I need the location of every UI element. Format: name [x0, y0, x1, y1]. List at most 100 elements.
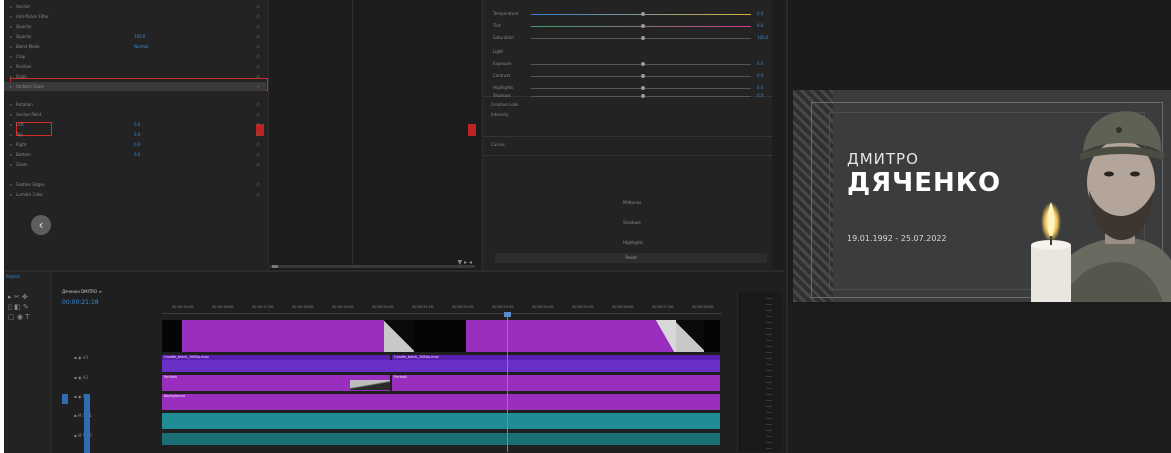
clip-v1-a[interactable]: Background: [162, 394, 720, 410]
fx-reset-icon[interactable]: ↺: [256, 82, 259, 91]
fx-twirl-icon[interactable]: ▸: [10, 2, 12, 11]
fx-row[interactable]: ▸ Opacity ↺: [4, 22, 266, 31]
fx-reset-icon[interactable]: ↺: [256, 32, 259, 41]
fx-twirl-icon[interactable]: ▸: [10, 120, 12, 129]
fx-reset-icon[interactable]: ↺: [256, 160, 259, 169]
lumetri-slider-knob[interactable]: [641, 24, 645, 28]
clip-v2-b[interactable]: Portrait: [392, 375, 720, 391]
lumetri-slider-row[interactable]: Shadows 0.0: [491, 92, 763, 100]
tool-icons[interactable]: ▸ ✂ ✥ ▯ ◧ ✎ ▢ ◉ T: [8, 292, 29, 322]
fx-twirl-icon[interactable]: ▸: [10, 190, 12, 199]
fx-reset-icon[interactable]: ↺: [256, 72, 259, 81]
clip-black-right[interactable]: [704, 320, 720, 352]
fx-twirl-icon[interactable]: ▸: [10, 82, 12, 91]
fx-reset-icon[interactable]: ↺: [256, 52, 259, 61]
lumetri-slider-knob[interactable]: [641, 94, 645, 98]
fx-row[interactable]: ▸ Right 0.0 ↺: [4, 140, 266, 149]
lumetri-slider-row[interactable]: Temperature 0.0: [491, 10, 763, 18]
clip-audio-a1[interactable]: [162, 413, 720, 429]
fx-reset-icon[interactable]: ↺: [256, 12, 259, 21]
keyframe-controls[interactable]: ▼ ▸ ◂: [458, 259, 472, 266]
track-header-v2[interactable]: ▪ ◉ V2: [74, 375, 159, 385]
lumetri-reset-button[interactable]: Reset: [495, 253, 767, 263]
fx-row[interactable]: ▸ Anti-flicker Filter ↺: [4, 12, 266, 21]
clip-audio-a2[interactable]: [162, 433, 720, 445]
fx-row[interactable]: ▸ Uniform Scale ↺: [4, 82, 266, 91]
fx-twirl-icon[interactable]: ▸: [10, 110, 12, 119]
fx-row[interactable]: ▸ Anchor Point ↺: [4, 110, 266, 119]
fx-row-value[interactable]: 0.0: [134, 120, 140, 129]
fx-reset-icon[interactable]: ↺: [256, 190, 259, 199]
fx-twirl-icon[interactable]: ▸: [10, 62, 12, 71]
lumetri-slider-row[interactable]: Contrast 0.0: [491, 72, 763, 80]
playhead-handle[interactable]: [504, 312, 511, 317]
fx-reset-icon[interactable]: ↺: [256, 140, 259, 149]
lumetri-slider-knob[interactable]: [641, 62, 645, 66]
fx-reset-icon[interactable]: ↺: [256, 100, 259, 109]
clip-transition-3[interactable]: [676, 320, 704, 352]
timeline-timecode[interactable]: 00:00:21:18: [62, 299, 99, 306]
fx-twirl-icon[interactable]: ▸: [10, 160, 12, 169]
sequence-tab[interactable]: Дяченко DMITRO ≡: [62, 289, 102, 294]
fx-reset-icon[interactable]: ↺: [256, 42, 259, 51]
fx-twirl-icon[interactable]: ▸: [10, 32, 12, 41]
fx-twirl-icon[interactable]: ▸: [10, 22, 12, 31]
clip-black-left[interactable]: [162, 320, 182, 352]
fx-twirl-icon[interactable]: ▸: [10, 180, 12, 189]
keyframe-scroll-thumb[interactable]: [272, 265, 278, 268]
fx-twirl-icon[interactable]: ▸: [10, 130, 12, 139]
clip-transition-1[interactable]: [384, 320, 414, 352]
fx-reset-icon[interactable]: ↺: [256, 62, 259, 71]
lumetri-slider-value[interactable]: 0.0: [757, 92, 763, 100]
lumetri-slider-row[interactable]: Saturation 100.0: [491, 34, 768, 42]
track-target-v1[interactable]: [62, 394, 68, 404]
fx-row[interactable]: ▸ Zoom ↺: [4, 160, 266, 169]
back-button[interactable]: ‹: [31, 215, 51, 235]
playhead-line[interactable]: [507, 312, 508, 452]
lumetri-slider-row[interactable]: Light: [491, 48, 761, 56]
clip-v2-transition[interactable]: [350, 380, 390, 390]
lumetri-slider-knob[interactable]: [641, 74, 645, 78]
fx-reset-icon[interactable]: ↺: [256, 2, 259, 11]
fx-row[interactable]: ▸ Anchor ↺: [4, 2, 266, 11]
track-target-a1[interactable]: [84, 394, 90, 453]
lumetri-slider-value[interactable]: 0.0: [757, 22, 763, 30]
fx-row[interactable]: ▸ Opacity 100.0 ↺: [4, 32, 266, 41]
clip-purple-main-2[interactable]: [466, 320, 654, 352]
track-header-v3[interactable]: ▪ ◉ V3: [74, 355, 159, 365]
clip-v3-body[interactable]: [162, 360, 720, 372]
lumetri-slider-knob[interactable]: [641, 36, 645, 40]
lumetri-slider-row[interactable]: Highlights 0.0: [491, 84, 763, 92]
lumetri-slider-value[interactable]: 0.0: [757, 60, 763, 68]
fx-row[interactable]: ▸ Position ↺: [4, 62, 266, 71]
fx-row-value[interactable]: 0.0: [134, 140, 140, 149]
fx-twirl-icon[interactable]: ▸: [10, 100, 12, 109]
time-ruler[interactable]: 00:00:15:00 00:00:16:00 00:00:17:00 00:00:1…: [162, 304, 722, 314]
fx-row-value[interactable]: 0.0: [134, 130, 140, 139]
fx-row[interactable]: ▸ Lumetri Color ↺: [4, 190, 266, 199]
lumetri-slider-value[interactable]: 100.0: [757, 34, 768, 42]
fx-row[interactable]: ▸ Feather Edges ↺: [4, 180, 266, 189]
fx-twirl-icon[interactable]: ▸: [10, 72, 12, 81]
fx-row[interactable]: ▸ Top 0.0 ↺: [4, 130, 266, 139]
fx-row[interactable]: ▸ Blend Mode Normal ↺: [4, 42, 266, 51]
lumetri-slider-row[interactable]: Exposure 0.0: [491, 60, 763, 68]
fx-twirl-icon[interactable]: ▸: [10, 12, 12, 21]
fx-reset-icon[interactable]: ↺: [256, 22, 259, 31]
lumetri-slider-value[interactable]: 0.0: [757, 10, 763, 18]
fx-row-value[interactable]: Normal: [134, 42, 148, 51]
fx-reset-icon[interactable]: ↺: [256, 120, 259, 129]
fx-row[interactable]: ▸ Left 0.0 ↺: [4, 120, 266, 129]
fx-row-value[interactable]: 0.0: [134, 150, 140, 159]
fx-row[interactable]: ▸ Bottom 0.0 ↺: [4, 150, 266, 159]
fx-row[interactable]: ▸ Rotation ↺: [4, 100, 266, 109]
fx-row[interactable]: ▸ Crop ↺: [4, 52, 266, 61]
lumetri-slider-value[interactable]: 0.0: [757, 72, 763, 80]
clip-black-mid[interactable]: [414, 320, 466, 352]
lumetri-slider-value[interactable]: 0.0: [757, 84, 763, 92]
lumetri-slider-row[interactable]: Tint 0.0: [491, 22, 763, 30]
fx-reset-icon[interactable]: ↺: [256, 180, 259, 189]
fx-reset-icon[interactable]: ↺: [256, 150, 259, 159]
fx-row-value[interactable]: 100.0: [134, 32, 145, 41]
fx-twirl-icon[interactable]: ▸: [10, 52, 12, 61]
